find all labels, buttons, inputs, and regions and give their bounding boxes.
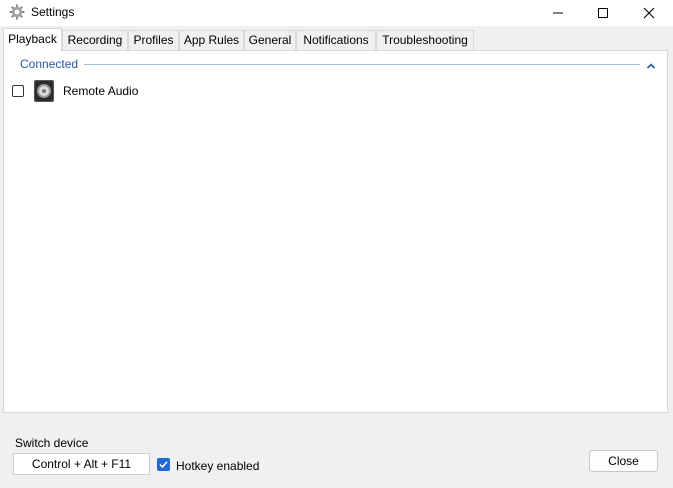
gear-icon bbox=[9, 4, 25, 20]
speaker-icon bbox=[31, 78, 57, 104]
close-button[interactable]: Close bbox=[589, 450, 658, 472]
minimize-button[interactable] bbox=[535, 0, 581, 26]
switch-device-label: Switch device bbox=[15, 436, 89, 450]
maximize-button[interactable] bbox=[580, 0, 626, 26]
tab-notifications[interactable]: Notifications bbox=[296, 30, 376, 50]
hotkey-enabled-checkbox[interactable] bbox=[157, 458, 170, 471]
tab-troubleshooting[interactable]: Troubleshooting bbox=[376, 30, 474, 50]
tab-playback[interactable]: Playback bbox=[3, 28, 62, 51]
tab-general[interactable]: General bbox=[244, 30, 296, 50]
playback-panel: Connected Remote Audio bbox=[3, 50, 668, 413]
title-bar[interactable]: Settings bbox=[0, 0, 673, 26]
checkmark-icon bbox=[159, 461, 168, 469]
tab-strip: Playback Recording Profiles App Rules Ge… bbox=[0, 28, 673, 51]
device-row[interactable]: Remote Audio bbox=[12, 78, 212, 107]
chevron-up-icon[interactable] bbox=[646, 59, 656, 69]
maximize-icon bbox=[598, 8, 608, 18]
tab-app-rules[interactable]: App Rules bbox=[179, 30, 244, 50]
hotkey-enabled-label[interactable]: Hotkey enabled bbox=[176, 459, 259, 473]
hotkey-input[interactable]: Control + Alt + F11 bbox=[13, 453, 150, 475]
group-header-connected: Connected bbox=[20, 57, 79, 71]
minimize-icon bbox=[553, 12, 563, 14]
window-title: Settings bbox=[31, 5, 75, 19]
group-divider bbox=[84, 64, 640, 65]
tab-recording[interactable]: Recording bbox=[62, 30, 128, 50]
close-icon bbox=[643, 7, 655, 19]
settings-window: Settings Playback Recording Profiles App… bbox=[0, 0, 673, 488]
close-window-button[interactable] bbox=[626, 0, 672, 26]
device-label: Remote Audio bbox=[63, 84, 139, 98]
tab-profiles[interactable]: Profiles bbox=[128, 30, 179, 50]
device-checkbox[interactable] bbox=[12, 85, 24, 97]
